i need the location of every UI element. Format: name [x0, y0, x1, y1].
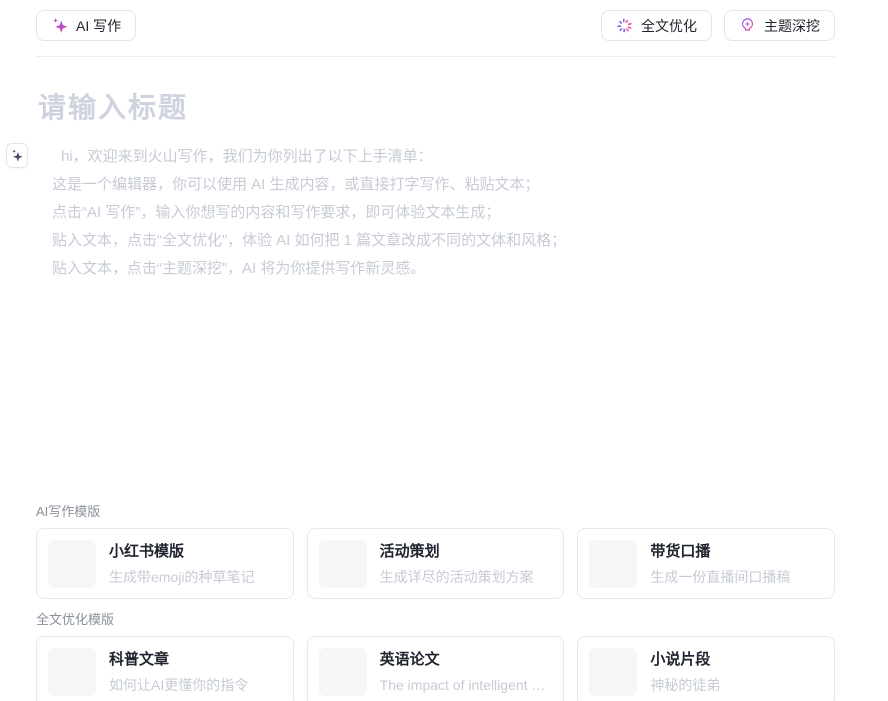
card-subtitle: 生成带emoji的种草笔记	[109, 568, 254, 586]
card-title: 英语论文	[380, 650, 553, 670]
ai-write-button[interactable]: AI 写作	[36, 10, 136, 41]
burst-icon	[616, 17, 633, 34]
card-subtitle: 生成详尽的活动策划方案	[380, 568, 534, 586]
template-card-english-essay[interactable]: 英语论文 The impact of intelligent hou…	[307, 636, 565, 701]
template-card-novel-snippet[interactable]: 小说片段 神秘的徒弟	[577, 636, 835, 701]
template-card-event-plan[interactable]: 活动策划 生成详尽的活动策划方案	[307, 528, 565, 599]
card-subtitle: The impact of intelligent hou…	[380, 676, 553, 694]
bulb-icon	[739, 17, 756, 34]
editor-line: 点击“AI 写作”，输入你想写的内容和写作要求，即可体验文本生成；	[52, 199, 833, 227]
deep-dig-button[interactable]: 主题深挖	[724, 10, 835, 41]
card-thumbnail	[48, 540, 96, 588]
deep-dig-label: 主题深挖	[764, 16, 820, 36]
card-title: 科普文章	[109, 650, 248, 670]
card-subtitle: 神秘的徒弟	[650, 676, 720, 694]
editor-page: AI 写作	[0, 0, 888, 701]
section-optimize-templates: 全文优化模版 科普文章 如何让AI更懂你的指令 英语论文 The impact …	[36, 611, 835, 701]
card-row: 小红书模版 生成带emoji的种草笔记 活动策划 生成详尽的活动策划方案 带货口…	[36, 528, 835, 599]
editor-line: 贴入文本，点击“全文优化”，体验 AI 如何把 1 篇文章改成不同的文体和风格；	[52, 227, 833, 255]
card-row: 科普文章 如何让AI更懂你的指令 英语论文 The impact of inte…	[36, 636, 835, 701]
sparkle-icon	[51, 17, 68, 34]
optimize-button[interactable]: 全文优化	[601, 10, 712, 41]
header-right-actions: 全文优化	[601, 10, 835, 41]
editor-line: 这是一个编辑器，你可以使用 AI 生成内容，或直接打字写作、粘贴文本；	[52, 171, 833, 199]
card-title: 活动策划	[380, 542, 534, 562]
inline-ai-button[interactable]	[6, 143, 28, 168]
header-divider	[36, 56, 835, 57]
optimize-label: 全文优化	[641, 16, 697, 36]
editor-line: 贴入文本，点击“主题深挖”，AI 将为你提供写作新灵感。	[52, 255, 833, 283]
card-subtitle: 生成一份直播间口播稿	[650, 568, 790, 586]
template-card-science-article[interactable]: 科普文章 如何让AI更懂你的指令	[36, 636, 294, 701]
template-card-xiaohongshu[interactable]: 小红书模版 生成带emoji的种草笔记	[36, 528, 294, 599]
card-thumbnail	[48, 648, 96, 696]
card-title: 小说片段	[650, 650, 720, 670]
margin-sparkle-icon	[10, 148, 24, 163]
card-title: 小红书模版	[109, 542, 254, 562]
card-thumbnail	[319, 648, 367, 696]
ai-write-label: AI 写作	[76, 16, 121, 36]
card-thumbnail	[589, 540, 637, 588]
card-thumbnail	[319, 540, 367, 588]
toolbar: AI 写作	[0, 0, 888, 56]
card-thumbnail	[589, 648, 637, 696]
section-ai-write-templates: AI写作模版 小红书模版 生成带emoji的种草笔记 活动策划 生成详尽的活动策…	[36, 503, 835, 599]
card-title: 带货口播	[650, 542, 790, 562]
template-panel: AI写作模版 小红书模版 生成带emoji的种草笔记 活动策划 生成详尽的活动策…	[36, 503, 835, 701]
editor-line: hi，欢迎来到火山写作，我们为你列出了以下上手清单：	[52, 143, 833, 171]
editor-body[interactable]: hi，欢迎来到火山写作，我们为你列出了以下上手清单： 这是一个编辑器，你可以使用…	[52, 143, 833, 283]
section-label: 全文优化模版	[36, 611, 835, 629]
section-label: AI写作模版	[36, 503, 835, 521]
template-card-livestream[interactable]: 带货口播 生成一份直播间口播稿	[577, 528, 835, 599]
title-input[interactable]: 请输入标题	[38, 86, 833, 126]
card-subtitle: 如何让AI更懂你的指令	[109, 676, 248, 694]
